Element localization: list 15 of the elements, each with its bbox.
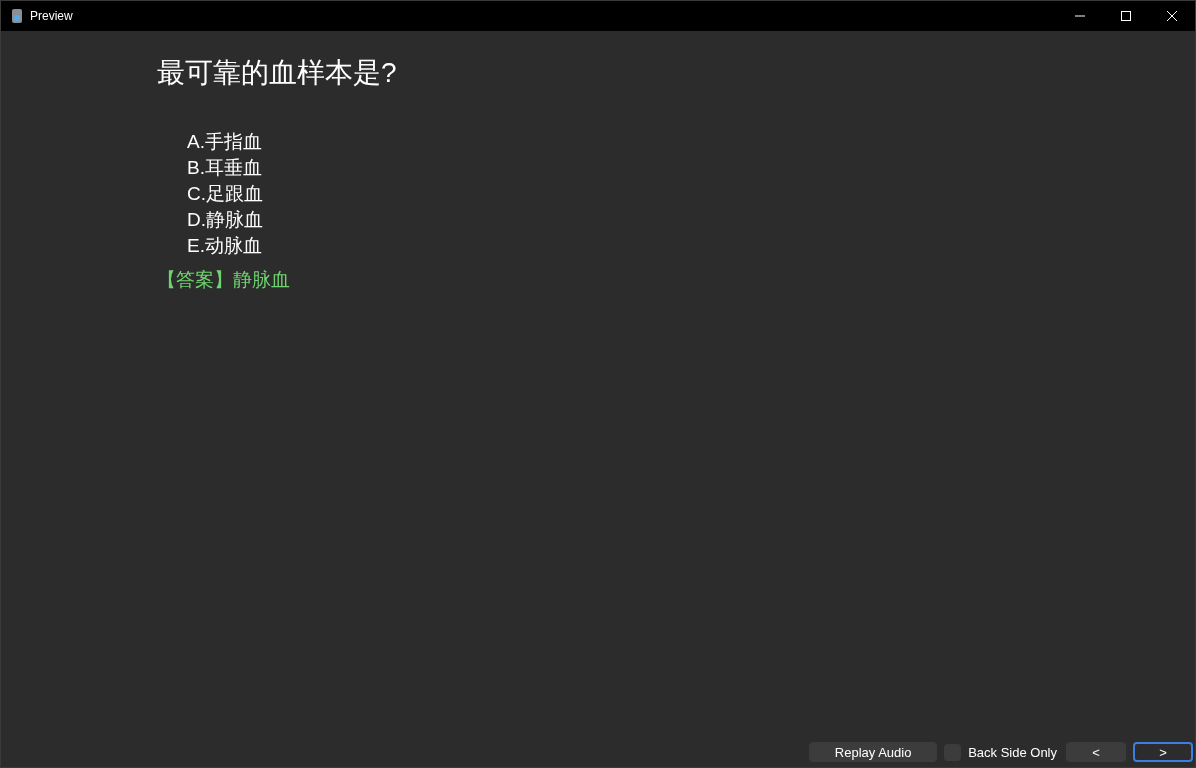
answer-option: D.静脉血	[187, 207, 263, 233]
maximize-icon	[1121, 11, 1131, 21]
answer-option: E.动脉血	[187, 233, 262, 259]
close-icon	[1167, 11, 1177, 21]
answer-option: B.耳垂血	[187, 155, 262, 181]
question-text: 最可靠的血样本是?	[157, 56, 397, 90]
answer-option: A.手指血	[187, 129, 262, 155]
app-icon	[11, 9, 23, 23]
answer-option: C.足跟血	[187, 181, 263, 207]
nav-button[interactable]: <	[1066, 742, 1126, 762]
nav-button[interactable]: >	[1133, 742, 1193, 762]
window-title: Preview	[30, 9, 73, 23]
answer-text: 【答案】静脉血	[157, 268, 290, 292]
checkbox-label[interactable]: Back Side Only	[968, 744, 1057, 760]
replay-audio-button[interactable]: Replay Audio	[809, 742, 938, 762]
